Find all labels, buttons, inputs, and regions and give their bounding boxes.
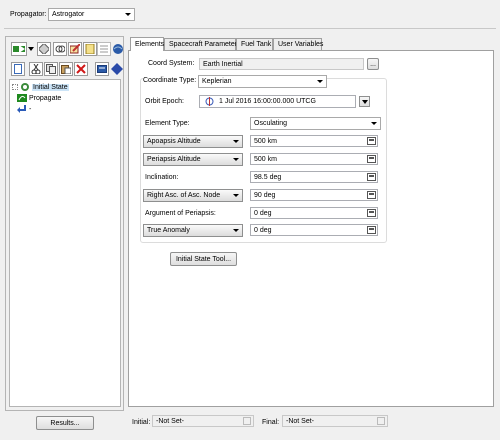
- initial-label: Initial:: [132, 419, 151, 426]
- coord-system-field: Earth Inertial: [199, 58, 364, 70]
- final-label: Final:: [262, 419, 280, 426]
- periapsis-select[interactable]: Periapsis Altitude: [143, 153, 243, 166]
- chevron-down-icon[interactable]: [243, 417, 251, 425]
- coord-type-value: Keplerian: [202, 78, 232, 85]
- mission-tree: [9, 79, 121, 407]
- raan-label: Right Asc. of Asc. Node: [147, 192, 221, 199]
- notes-icon[interactable]: [83, 42, 97, 56]
- tab-spacecraft-parameters[interactable]: Spacecraft Parameters: [164, 38, 241, 50]
- results-button[interactable]: Results...: [36, 416, 94, 430]
- inclination-value: 98.5 deg: [254, 173, 282, 181]
- true-anomaly-select[interactable]: True Anomaly: [143, 224, 243, 237]
- chevron-down-icon: [124, 11, 132, 18]
- orbit-epoch-value: 1 Jul 2016 16:00:00.000 UTCG: [219, 98, 316, 105]
- propagator-label: Propagator:: [10, 11, 47, 18]
- chevron-down-icon: [232, 192, 240, 199]
- arg-periapsis-label: Argument of Periapsis:: [145, 210, 216, 217]
- tree-line-icon: [12, 84, 18, 90]
- arg-periapsis-value: 0 deg: [254, 209, 272, 217]
- calculator-icon[interactable]: [367, 209, 376, 217]
- true-anomaly-field[interactable]: 0 deg: [250, 224, 378, 236]
- orbit-epoch-label: Orbit Epoch:: [145, 98, 184, 105]
- orbit-epoch-field[interactable]: 1 Jul 2016 16:00:00.000 UTCG: [199, 95, 356, 108]
- calculator-icon[interactable]: [367, 226, 376, 234]
- tab-fuel-tank[interactable]: Fuel Tank: [236, 38, 273, 50]
- globe-icon[interactable]: [111, 42, 125, 56]
- raan-value: 90 deg: [254, 191, 276, 199]
- apoapsis-field[interactable]: 500 km: [250, 135, 378, 147]
- calculator-icon[interactable]: [367, 191, 376, 199]
- final-value: -Not Set-: [286, 417, 315, 425]
- chevron-down-icon: [232, 138, 240, 145]
- inclination-label: Inclination:: [145, 174, 179, 181]
- tree-item-label: Propagate: [29, 94, 62, 102]
- propagator-value: Astrogator: [52, 11, 85, 18]
- tree-item-return[interactable]: -: [17, 104, 31, 114]
- initial-state-icon: [21, 83, 29, 91]
- element-type-value: Osculating: [254, 120, 288, 127]
- copy-icon[interactable]: [44, 62, 58, 76]
- epoch-icon: [205, 97, 214, 106]
- raan-field[interactable]: 90 deg: [250, 189, 378, 201]
- insert-segment-icon[interactable]: [11, 42, 27, 56]
- element-type-select[interactable]: Osculating: [250, 117, 381, 130]
- calculator-icon[interactable]: [367, 173, 376, 181]
- tree-item-initial-state[interactable]: Initial State: [12, 82, 69, 92]
- chevron-down-icon: [361, 99, 368, 104]
- apoapsis-label: Apoapsis Altitude: [147, 138, 201, 145]
- coord-type-select[interactable]: Keplerian: [198, 75, 327, 88]
- true-anomaly-value: 0 deg: [254, 226, 272, 234]
- component-icon[interactable]: [37, 42, 51, 56]
- tree-item-label: Initial State: [32, 83, 69, 91]
- tree-item-label: -: [29, 105, 32, 113]
- apoapsis-value: 500 km: [254, 137, 277, 145]
- report-icon[interactable]: [95, 62, 109, 76]
- chevron-down-icon: [232, 227, 240, 234]
- initial-field[interactable]: -Not Set-: [152, 415, 254, 427]
- delete-icon[interactable]: [74, 62, 88, 76]
- periapsis-field[interactable]: 500 km: [250, 153, 378, 165]
- periapsis-label: Periapsis Altitude: [147, 156, 201, 163]
- paste-icon[interactable]: [59, 62, 73, 76]
- return-arrow-icon: [17, 105, 26, 113]
- chevron-down-icon: [316, 78, 324, 85]
- element-type-label: Element Type:: [145, 120, 190, 127]
- propagator-select[interactable]: Astrogator: [48, 8, 135, 21]
- periapsis-value: 500 km: [254, 155, 277, 163]
- list-icon[interactable]: [97, 42, 111, 56]
- new-icon[interactable]: [11, 62, 25, 76]
- edit-icon[interactable]: [68, 42, 82, 56]
- apoapsis-select[interactable]: Apoapsis Altitude: [143, 135, 243, 148]
- calculator-icon[interactable]: [367, 137, 376, 145]
- cut-icon[interactable]: [29, 62, 43, 76]
- raan-select[interactable]: Right Asc. of Asc. Node: [143, 189, 243, 202]
- coord-type-label: Coordinate Type:: [143, 77, 199, 84]
- chevron-down-icon: [370, 120, 378, 127]
- chevron-down-icon[interactable]: [377, 417, 385, 425]
- inclination-field[interactable]: 98.5 deg: [250, 171, 378, 183]
- link-icon[interactable]: [53, 42, 67, 56]
- coord-system-browse-button[interactable]: ...: [367, 58, 379, 70]
- initial-value: -Not Set-: [156, 417, 185, 425]
- coord-system-label: Coord System:: [148, 60, 195, 67]
- calculator-icon[interactable]: [367, 155, 376, 163]
- tree-item-propagate[interactable]: Propagate: [17, 93, 61, 103]
- true-anomaly-label: True Anomaly: [147, 227, 190, 234]
- top-divider: [4, 28, 496, 29]
- tab-elements[interactable]: Elements: [130, 37, 164, 51]
- orbit-epoch-dropdown-button[interactable]: [359, 96, 370, 107]
- arg-periapsis-field[interactable]: 0 deg: [250, 207, 378, 219]
- tab-user-variables[interactable]: User Variables: [273, 38, 323, 50]
- final-field[interactable]: -Not Set-: [282, 415, 388, 427]
- chevron-down-icon: [232, 156, 240, 163]
- initial-state-tool-button[interactable]: Initial State Tool...: [170, 252, 237, 266]
- run-icon[interactable]: [110, 62, 124, 76]
- dropdown-arrow-icon[interactable]: [27, 42, 35, 56]
- propagate-icon: [17, 94, 27, 102]
